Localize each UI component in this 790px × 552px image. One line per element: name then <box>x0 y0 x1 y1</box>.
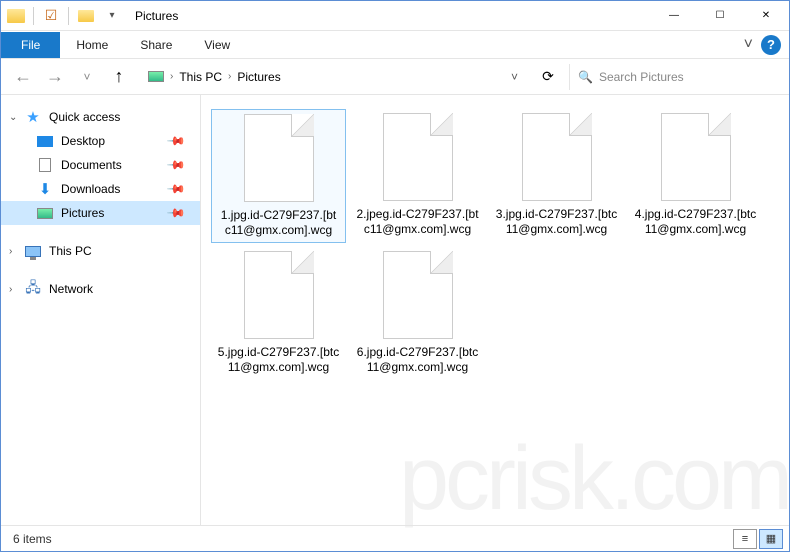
file-item[interactable]: 3.jpg.id-C279F237.[btc11@gmx.com].wcg <box>489 109 624 243</box>
explorer-icon <box>5 5 27 27</box>
search-placeholder: Search Pictures <box>599 70 684 84</box>
sidebar-item-label: Downloads <box>61 182 120 196</box>
chevron-down-icon[interactable]: ⌄ <box>9 112 17 123</box>
minimize-button[interactable]: — <box>651 1 697 31</box>
file-item[interactable]: 1.jpg.id-C279F237.[btc11@gmx.com].wcg <box>211 109 346 243</box>
up-button[interactable]: ↑ <box>107 65 131 89</box>
search-icon: 🔍 <box>578 70 593 84</box>
file-name-label: 3.jpg.id-C279F237.[btc11@gmx.com].wcg <box>493 207 620 237</box>
network-icon: 🖧 <box>25 281 41 297</box>
file-name-label: 1.jpg.id-C279F237.[btc11@gmx.com].wcg <box>216 208 341 238</box>
file-item[interactable]: 5.jpg.id-C279F237.[btc11@gmx.com].wcg <box>211 247 346 379</box>
download-icon: ⬇ <box>37 181 53 197</box>
tab-view[interactable]: View <box>188 32 246 58</box>
tab-share[interactable]: Share <box>124 32 188 58</box>
file-thumbnail-icon <box>383 251 453 339</box>
breadcrumb-item[interactable]: Pictures <box>237 70 280 84</box>
status-bar: 6 items ≡ ▦ <box>1 525 789 551</box>
maximize-button[interactable]: ☐ <box>697 1 743 31</box>
details-view-button[interactable]: ≡ <box>733 529 757 549</box>
refresh-button[interactable]: ⟳ <box>535 64 561 90</box>
chevron-right-icon[interactable]: › <box>228 71 231 82</box>
back-button[interactable]: ← <box>11 65 35 89</box>
address-bar-row: ← → ˅ ↑ › This PC › Pictures ˅ ⟳ 🔍 Searc… <box>1 59 789 95</box>
sidebar-item-label: Quick access <box>49 110 120 124</box>
file-thumbnail-icon <box>661 113 731 201</box>
tab-home[interactable]: Home <box>60 32 124 58</box>
new-folder-qat-icon[interactable] <box>75 5 97 27</box>
file-name-label: 5.jpg.id-C279F237.[btc11@gmx.com].wcg <box>215 345 342 375</box>
qat-dropdown-icon[interactable]: ▾ <box>101 5 123 27</box>
file-tab[interactable]: File <box>1 32 60 58</box>
computer-icon <box>25 243 41 259</box>
file-thumbnail-icon <box>244 251 314 339</box>
sidebar-item-pictures[interactable]: Pictures 📌 <box>1 201 200 225</box>
ribbon-bar: File Home Share View ˅ ? <box>1 31 789 59</box>
chevron-right-icon[interactable]: › <box>9 284 12 295</box>
breadcrumb-dropdown-icon[interactable]: ˅ <box>511 70 518 84</box>
sidebar-item-label: Documents <box>61 158 122 172</box>
separator <box>68 7 69 25</box>
recent-locations-icon[interactable]: ˅ <box>75 65 99 89</box>
desktop-icon <box>37 133 53 149</box>
sidebar-item-label: Network <box>49 282 93 296</box>
document-icon <box>37 157 53 173</box>
chevron-right-icon[interactable]: › <box>9 246 12 257</box>
file-list-view[interactable]: 1.jpg.id-C279F237.[btc11@gmx.com].wcg 2.j… <box>201 95 789 525</box>
expand-ribbon-icon[interactable]: ˅ <box>744 36 753 54</box>
forward-button[interactable]: → <box>43 65 67 89</box>
sidebar-item-quick-access[interactable]: ⌄ ★ Quick access <box>1 105 200 129</box>
separator <box>33 7 34 25</box>
file-item[interactable]: 4.jpg.id-C279F237.[btc11@gmx.com].wcg <box>628 109 763 243</box>
sidebar-item-network[interactable]: › 🖧 Network <box>1 277 200 301</box>
pictures-breadcrumb-icon <box>148 71 164 82</box>
chevron-right-icon[interactable]: › <box>170 71 173 82</box>
file-name-label: 6.jpg.id-C279F237.[btc11@gmx.com].wcg <box>354 345 481 375</box>
pin-icon: 📌 <box>166 179 186 199</box>
pictures-icon <box>37 205 53 221</box>
close-button[interactable]: ✕ <box>743 1 789 31</box>
content-area: ⌄ ★ Quick access Desktop 📌 Documents 📌 ⬇… <box>1 95 789 525</box>
pin-icon: 📌 <box>166 155 186 175</box>
breadcrumb[interactable]: › This PC › Pictures ˅ <box>139 64 527 90</box>
window-controls: — ☐ ✕ <box>651 1 789 31</box>
file-thumbnail-icon <box>383 113 453 201</box>
sidebar-item-this-pc[interactable]: › This PC <box>1 239 200 263</box>
file-thumbnail-icon <box>244 114 314 202</box>
file-name-label: 4.jpg.id-C279F237.[btc11@gmx.com].wcg <box>632 207 759 237</box>
item-count: 6 items <box>13 532 52 546</box>
sidebar-item-documents[interactable]: Documents 📌 <box>1 153 200 177</box>
file-item[interactable]: 6.jpg.id-C279F237.[btc11@gmx.com].wcg <box>350 247 485 379</box>
pin-icon: 📌 <box>166 203 186 223</box>
search-input[interactable]: 🔍 Search Pictures <box>569 64 779 90</box>
large-icons-view-button[interactable]: ▦ <box>759 529 783 549</box>
sidebar-item-desktop[interactable]: Desktop 📌 <box>1 129 200 153</box>
title-bar: ☑ ▾ Pictures — ☐ ✕ <box>1 1 789 31</box>
properties-qat-icon[interactable]: ☑ <box>40 5 62 27</box>
help-icon[interactable]: ? <box>761 35 781 55</box>
file-name-label: 2.jpeg.id-C279F237.[btc11@gmx.com].wcg <box>354 207 481 237</box>
navigation-pane: ⌄ ★ Quick access Desktop 📌 Documents 📌 ⬇… <box>1 95 201 525</box>
quick-access-toolbar: ☑ ▾ <box>1 5 127 27</box>
sidebar-item-downloads[interactable]: ⬇ Downloads 📌 <box>1 177 200 201</box>
sidebar-item-label: Pictures <box>61 206 104 220</box>
sidebar-item-label: Desktop <box>61 134 105 148</box>
pin-icon: 📌 <box>166 131 186 151</box>
sidebar-item-label: This PC <box>49 244 92 258</box>
breadcrumb-item[interactable]: This PC <box>179 70 222 84</box>
file-item[interactable]: 2.jpeg.id-C279F237.[btc11@gmx.com].wcg <box>350 109 485 243</box>
window-title: Pictures <box>135 9 651 23</box>
star-icon: ★ <box>25 109 41 125</box>
file-thumbnail-icon <box>522 113 592 201</box>
